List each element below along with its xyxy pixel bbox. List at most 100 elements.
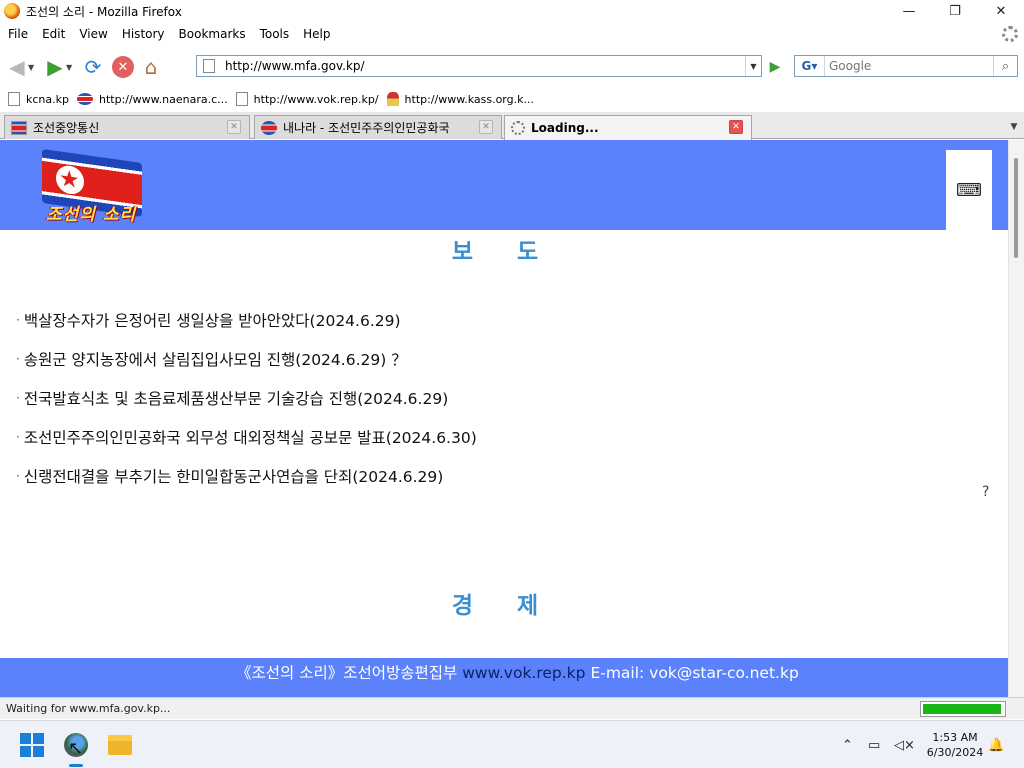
address-bar[interactable]: http://www.mfa.gov.kp/ ▼ [196, 55, 762, 77]
site-header: ★ 조선의 소리 ⌨ [0, 140, 1008, 230]
menu-help[interactable]: Help [296, 27, 337, 41]
footer-line: 《조선의 소리》조선어방송편집부 www.vok.rep.kp E-mail: … [236, 661, 799, 683]
volume-button[interactable]: ◁× [894, 721, 915, 768]
naenara-icon [261, 120, 277, 135]
page-icon [235, 92, 248, 106]
loading-progress-bar [920, 701, 1006, 717]
page-icon [203, 59, 215, 73]
back-history-dropdown[interactable]: ▼ [28, 63, 38, 72]
clock-time: 1:53 AM [932, 731, 978, 744]
menu-bookmarks[interactable]: Bookmarks [172, 27, 253, 41]
news-item[interactable]: · 백살장수자가 은정어린 생일상을 받아안았다(2024.6.29) [16, 300, 477, 339]
footer-email[interactable]: E-mail: vok@star-co.net.kp [590, 664, 798, 682]
go-button[interactable]: ▶ [764, 57, 786, 77]
window-title: 조선의 소리 - Mozilla Firefox [26, 4, 182, 19]
forward-button[interactable]: ▶ [42, 54, 68, 80]
close-button[interactable]: ✕ [978, 0, 1024, 22]
system-clock[interactable]: 1:53 AM 6/30/2024 [920, 730, 990, 760]
bookmark-kass[interactable]: http://www.kass.org.k... [386, 92, 534, 106]
bookmark-kcna[interactable]: kcna.kp [8, 92, 69, 106]
news-item[interactable]: · 조선민주주의인민공화국 외무성 대외정책실 공보문 발표(2024.6.30) [16, 417, 477, 456]
forward-history-dropdown[interactable]: ▼ [66, 63, 76, 72]
news-item[interactable]: · 송원군 양지농장에서 살림집입사모임 진행(2024.6.29) ？ [16, 339, 477, 378]
windows-logo-icon [20, 733, 44, 757]
back-button[interactable]: ◀ [4, 54, 30, 80]
page-icon [8, 92, 20, 106]
start-button[interactable] [16, 729, 48, 761]
bookmark-label: http://www.vok.rep.kp/ [253, 92, 379, 106]
tab-naenara[interactable]: 내나라 - 조선민주주의인민공화국 ✕ [254, 115, 502, 139]
menu-tools[interactable]: Tools [253, 27, 297, 41]
tab-kcna[interactable]: 조선중앙통신 ✕ [4, 115, 250, 139]
url-dropdown-button[interactable]: ▼ [745, 56, 761, 76]
tab-close-button[interactable]: ✕ [479, 120, 493, 134]
search-engine-selector[interactable]: G ▾ [795, 56, 825, 76]
clock-date: 6/30/2024 [926, 746, 984, 759]
tab-label: 조선중앙통신 [33, 121, 100, 135]
news-link[interactable]: 송원군 양지농장에서 살림집입사모임 진행(2024.6.29) ？ [24, 348, 407, 370]
footer-org: 《조선의 소리》조선어방송편집부 [236, 664, 458, 682]
progress-fill [923, 704, 1001, 714]
search-bar: G▾ ⌕ [794, 55, 1018, 77]
maximize-button[interactable]: ❐ [932, 0, 978, 22]
vertical-scrollbar[interactable] [1008, 140, 1024, 697]
bookmark-naenara[interactable]: http://www.naenara.c... [76, 92, 228, 106]
stop-button[interactable]: ✕ [112, 56, 134, 78]
menu-view[interactable]: View [72, 27, 114, 41]
forward-arrow-icon: ▶ [47, 55, 63, 79]
taskbar: ⌃ ▭ ◁× 1:53 AM 6/30/2024 🔔 [0, 720, 1024, 768]
active-app-indicator [69, 764, 83, 767]
firefox-icon [4, 3, 20, 19]
news-item[interactable]: · 전국발효식초 및 초음료제품생산부문 기술강습 진행(2024.6.29) [16, 378, 477, 417]
news-item[interactable]: · 신랭전대결을 부추기는 한미일합동군사연습을 단죄(2024.6.29) [16, 456, 477, 495]
notifications-button[interactable]: 🔔 [988, 721, 1004, 768]
logo-text: 조선의 소리 [46, 205, 137, 225]
tab-list-button[interactable]: ▼ [1004, 115, 1024, 139]
stop-icon: ✕ [117, 59, 129, 75]
search-button[interactable]: ⌕ [993, 56, 1017, 76]
minimize-button[interactable]: — [886, 0, 932, 22]
url-text[interactable]: http://www.mfa.gov.kp/ [225, 59, 365, 73]
site-logo[interactable]: ★ 조선의 소리 [36, 148, 156, 225]
tab-close-button[interactable]: ✕ [227, 120, 241, 134]
news-link[interactable]: 전국발효식초 및 초음료제품생산부문 기술강습 진행(2024.6.29) [24, 387, 448, 409]
tab-label: Loading... [531, 121, 599, 135]
menu-history[interactable]: History [115, 27, 172, 41]
news-link[interactable]: 백살장수자가 은정어린 생일상을 받아안았다(2024.6.29) [24, 309, 401, 331]
bookmark-label: http://www.kass.org.k... [404, 92, 534, 106]
network-icon: ▭ [868, 737, 881, 753]
tab-close-button[interactable]: ✕ [729, 120, 743, 134]
section-title-news: 보 도 [451, 239, 557, 265]
tab-loading[interactable]: Loading... ✕ [504, 115, 752, 140]
kcna-icon [11, 120, 27, 135]
search-input[interactable] [829, 57, 993, 75]
status-text: Waiting for www.mfa.gov.kp... [6, 702, 171, 715]
tab-label: 내나라 - 조선민주주의인민공화국 [283, 121, 450, 135]
section-title-economy: 경 제 [451, 593, 557, 619]
bookmark-vok[interactable]: http://www.vok.rep.kp/ [235, 92, 379, 106]
bookmark-label: kcna.kp [26, 92, 69, 106]
scrollbar-thumb[interactable] [1014, 158, 1018, 258]
news-link[interactable]: 조선민주주의인민공화국 외무성 대외정책실 공보문 발표(2024.6.30) [24, 426, 477, 448]
footer-site-link[interactable]: www.vok.rep.kp [462, 664, 585, 682]
show-hidden-icons-button[interactable]: ⌃ [842, 721, 853, 768]
volume-muted-icon: ◁× [894, 737, 915, 753]
loading-icon [511, 121, 525, 135]
menu-file[interactable]: File [0, 27, 35, 41]
taskbar-file-explorer[interactable] [104, 729, 136, 761]
torch-icon [386, 92, 399, 106]
home-button[interactable]: ⌂ [138, 54, 164, 80]
folder-icon [108, 735, 132, 755]
keyboard-button[interactable]: ⌨ [946, 150, 992, 230]
flag-icon [76, 93, 93, 105]
chevron-up-icon: ⌃ [842, 737, 853, 753]
activity-throbber-icon [1002, 26, 1018, 42]
bookmark-label: http://www.naenara.c... [98, 92, 228, 106]
navigation-toolbar: ◀ ▼ ▶ ▼ ⟳ ✕ ⌂ http://www.mfa.gov.kp/ ▼ ▶… [0, 48, 1024, 86]
news-link[interactable]: 신랭전대결을 부추기는 한미일합동군사연습을 단죄(2024.6.29) [24, 465, 443, 487]
menu-edit[interactable]: Edit [35, 27, 72, 41]
reload-button[interactable]: ⟳ [80, 54, 106, 80]
network-button[interactable]: ▭ [868, 721, 880, 768]
star-icon: ★ [59, 165, 80, 195]
page-viewport: ★ 조선의 소리 ⌨ 보 도 · 백살장수자가 은정어린 생일상을 받아안았다(2… [0, 140, 1008, 697]
